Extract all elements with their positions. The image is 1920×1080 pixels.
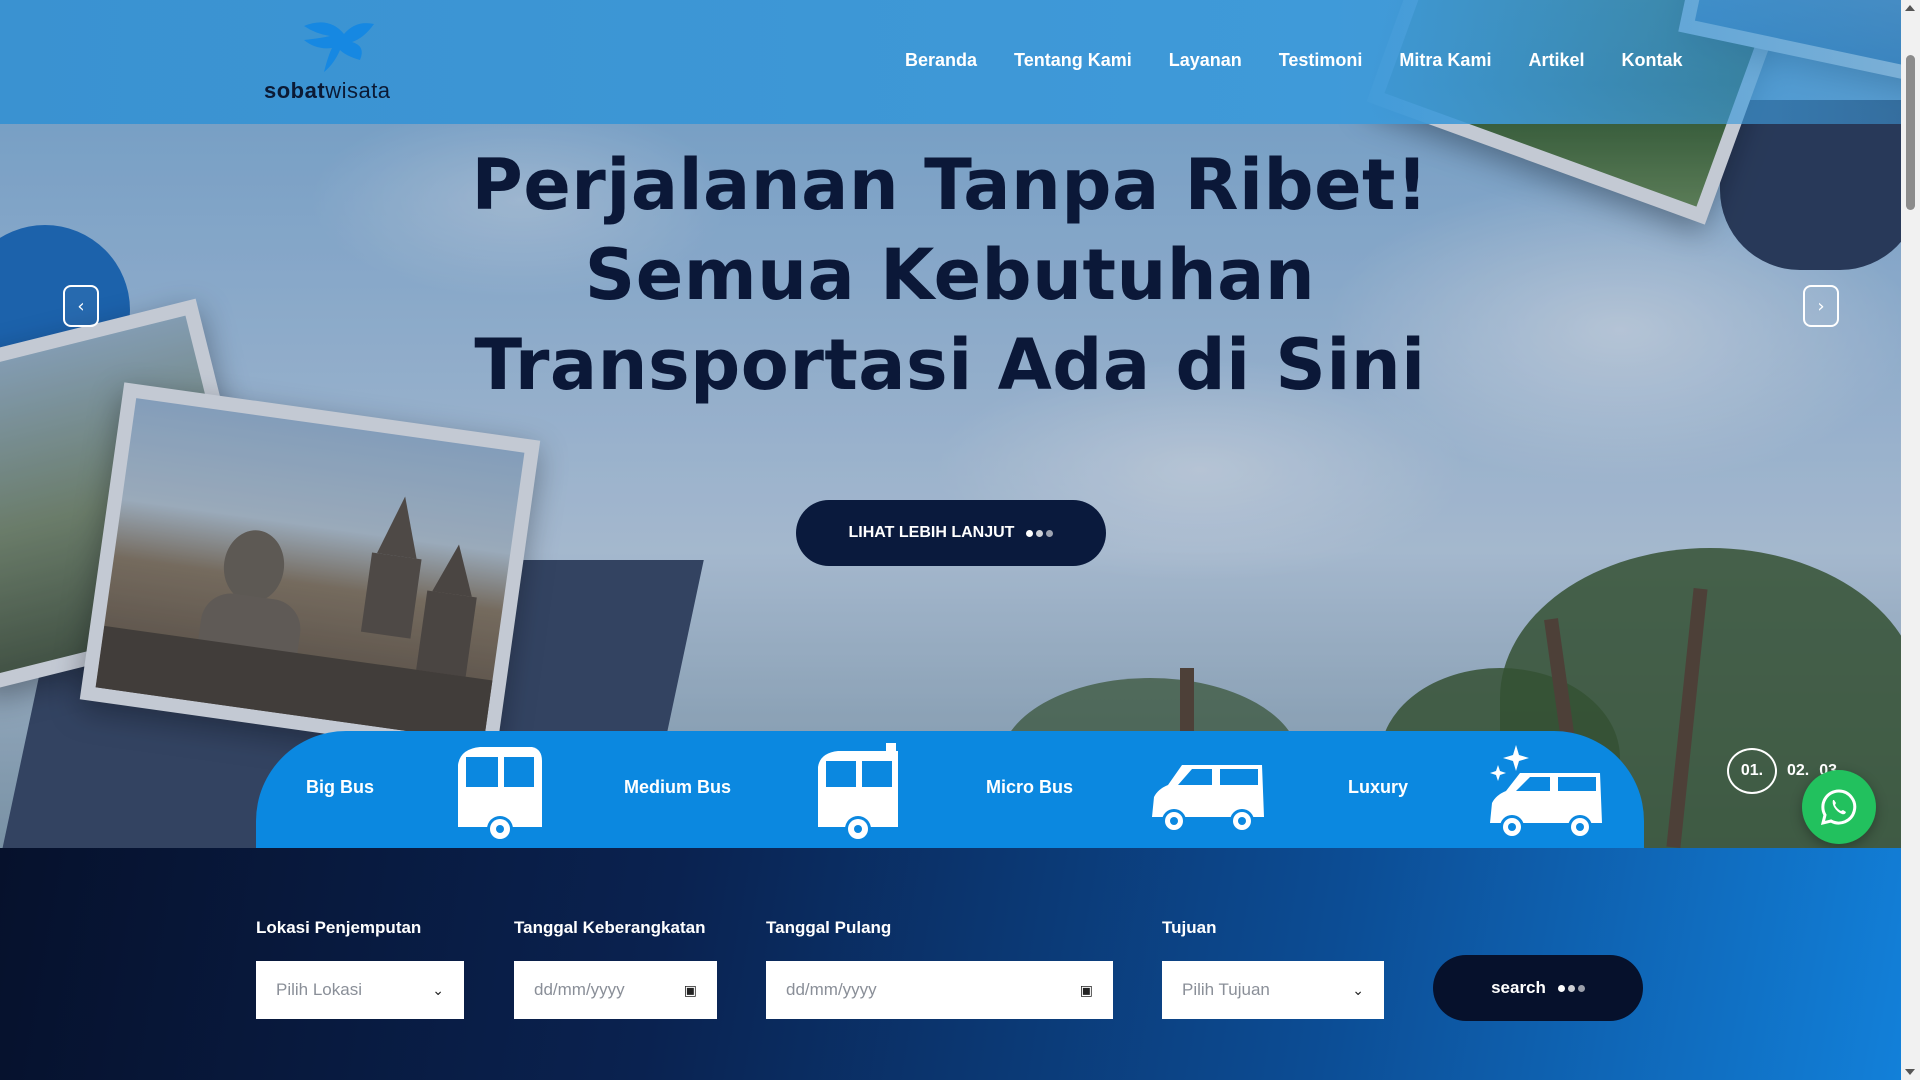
pickup-location-select[interactable]: Pilih Lokasi ⌄ xyxy=(256,961,464,1019)
nav-artikel[interactable]: Artikel xyxy=(1528,50,1584,71)
nav-beranda[interactable]: Beranda xyxy=(905,50,977,71)
booking-search-section: Lokasi Penjemputan Pilih Lokasi ⌄ Tangga… xyxy=(0,848,1901,1080)
calendar-icon[interactable]: ▣ xyxy=(1080,982,1093,999)
chevron-right-icon: › xyxy=(1817,295,1825,317)
see-more-label: LIHAT LEBIH LANJUT xyxy=(848,524,1015,541)
slider-next-button[interactable]: › xyxy=(1803,285,1839,327)
dots-icon xyxy=(1557,984,1585,992)
category-big-bus[interactable]: Big Bus xyxy=(306,777,374,798)
slide-indicator-next[interactable]: 02. xyxy=(1787,762,1809,780)
search-button-label: search xyxy=(1491,978,1546,997)
hero-headline-line-1: Perjalanan Tanpa Ribet! xyxy=(471,144,1429,226)
bird-logo-icon xyxy=(304,22,374,72)
search-button[interactable]: search xyxy=(1433,955,1643,1021)
hero-headline-line-2: Semua Kebutuhan xyxy=(584,234,1316,316)
destination-select[interactable]: Pilih Tujuan ⌄ xyxy=(1162,961,1384,1019)
site-header: sobatwisata Beranda Tentang Kami Layanan… xyxy=(0,0,1901,124)
category-micro-bus[interactable]: Micro Bus xyxy=(986,777,1073,798)
nav-testimoni[interactable]: Testimoni xyxy=(1279,50,1363,71)
slide-indicator-current[interactable]: 01. xyxy=(1727,748,1777,794)
pickup-location-label: Lokasi Penjemputan xyxy=(256,918,422,937)
brand-logo[interactable]: sobatwisata xyxy=(264,16,414,106)
dots-icon xyxy=(1026,529,1054,537)
destination-label: Tujuan xyxy=(1162,918,1217,937)
micro-bus-icon xyxy=(1152,765,1264,833)
vehicle-category-bar: Big Bus Medium Bus Micro Bus Luxury xyxy=(256,731,1644,848)
departure-date-placeholder: dd/mm/yyyy xyxy=(534,980,625,999)
main-nav: Beranda Tentang Kami Layanan Testimoni M… xyxy=(905,50,1683,71)
medium-bus-icon xyxy=(818,743,898,842)
hero-headline-line-3: Transportasi Ada di Sini xyxy=(474,324,1426,406)
chevron-down-icon: ⌄ xyxy=(1352,981,1364,998)
luxury-van-icon xyxy=(1490,745,1602,839)
destination-value: Pilih Tujuan xyxy=(1182,980,1270,999)
nav-mitra-kami[interactable]: Mitra Kami xyxy=(1399,50,1491,71)
brand-name-light: wisata xyxy=(325,78,391,103)
whatsapp-button[interactable] xyxy=(1802,770,1876,844)
return-date-label: Tanggal Pulang xyxy=(766,918,892,937)
category-luxury[interactable]: Luxury xyxy=(1348,777,1408,798)
nav-tentang-kami[interactable]: Tentang Kami xyxy=(1014,50,1132,71)
chevron-left-icon: ‹ xyxy=(77,295,85,317)
return-date-placeholder: dd/mm/yyyy xyxy=(786,980,877,999)
scroll-up-arrow-icon[interactable] xyxy=(1905,5,1915,11)
whatsapp-icon xyxy=(1820,789,1857,826)
brand-name-bold: sobat xyxy=(264,78,326,103)
hero-headline: Perjalanan Tanpa Ribet! Semua Kebutuhan … xyxy=(400,140,1500,410)
scroll-down-arrow-icon[interactable] xyxy=(1905,1069,1915,1075)
pickup-location-value: Pilih Lokasi xyxy=(276,980,362,999)
departure-date-label: Tanggal Keberangkatan xyxy=(514,918,706,937)
scrollbar-thumb[interactable] xyxy=(1906,55,1915,210)
nav-kontak[interactable]: Kontak xyxy=(1621,50,1682,71)
hero-background xyxy=(0,0,1901,848)
brand-name: sobatwisata xyxy=(264,78,391,104)
see-more-button[interactable]: LIHAT LEBIH LANJUT xyxy=(796,500,1106,566)
nav-layanan[interactable]: Layanan xyxy=(1169,50,1242,71)
chevron-down-icon: ⌄ xyxy=(432,981,444,998)
category-medium-bus[interactable]: Medium Bus xyxy=(624,777,731,798)
page-scrollbar[interactable] xyxy=(1901,0,1920,1080)
big-bus-icon xyxy=(458,747,542,842)
return-date-input[interactable]: dd/mm/yyyy ▣ xyxy=(766,961,1113,1019)
calendar-icon[interactable]: ▣ xyxy=(684,982,697,999)
slider-prev-button[interactable]: ‹ xyxy=(63,285,99,327)
hero-overlay xyxy=(0,0,1901,848)
departure-date-input[interactable]: dd/mm/yyyy ▣ xyxy=(514,961,717,1019)
